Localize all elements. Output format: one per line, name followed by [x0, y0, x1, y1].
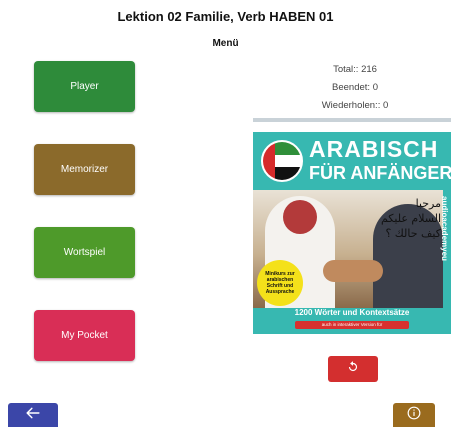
cover-arabic-text: مرحبا السلام عليكم كيف حالك ؟: [380, 197, 441, 240]
progress-bar: [253, 118, 451, 122]
lesson-title: Lektion 02 Familie, Verb HABEN 01: [117, 9, 334, 24]
stat-done: Beendet: 0: [332, 82, 378, 93]
info-icon: [407, 406, 421, 425]
cover-title-line1: ARABISCH: [309, 136, 439, 162]
handshake: [323, 260, 383, 282]
cover-bottom-text: 1200 Wörter und Kontextsätze: [294, 308, 410, 317]
cover-badge: Minikurs zur arabischen Schrift und Auss…: [257, 260, 303, 306]
memorizer-button[interactable]: Memorizer: [34, 144, 135, 195]
menu-heading: Menü: [212, 38, 239, 49]
uae-flag-icon: [261, 140, 303, 182]
refresh-icon: [346, 360, 360, 379]
stat-repeat: Wiederholen:: 0: [321, 100, 389, 111]
wortspiel-button[interactable]: Wortspiel: [34, 227, 135, 278]
course-cover-image: ARABISCH FÜR ANFÄNGER مرحبا السلام عليكم…: [253, 132, 451, 334]
refresh-button[interactable]: [328, 356, 378, 382]
cover-strip: auch in interaktiver Version für: [295, 321, 409, 329]
cover-title-line2: FÜR ANFÄNGER: [309, 163, 451, 183]
info-button[interactable]: [393, 403, 435, 427]
back-button[interactable]: [8, 403, 58, 427]
my-pocket-button[interactable]: My Pocket: [34, 310, 135, 361]
player-button[interactable]: Player: [34, 61, 135, 112]
stat-total: Total:: 216: [333, 64, 377, 75]
arrow-left-icon: [26, 406, 40, 424]
cover-brand-text: audioacademyeu: [440, 196, 449, 261]
